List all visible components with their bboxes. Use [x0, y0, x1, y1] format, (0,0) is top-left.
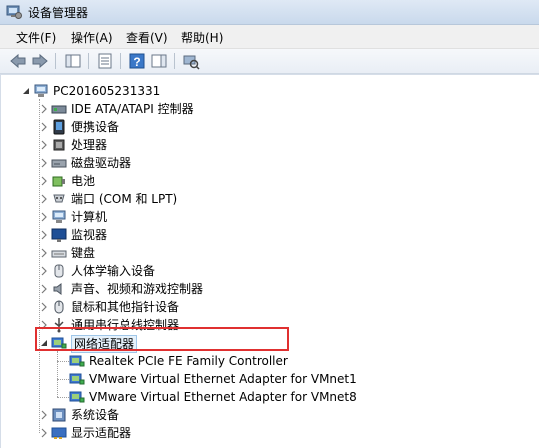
device-tree: PC201605231331 IDE ATA/ATAPI 控制器 便携设备处理器磁盘… [0, 74, 539, 448]
expand-arrow-icon[interactable] [39, 248, 49, 258]
highlight-annotation-box [35, 327, 289, 351]
speaker-icon [53, 283, 62, 295]
computer-icon [34, 84, 48, 97]
help-icon[interactable]: ? [128, 52, 146, 70]
expand-arrow-icon[interactable] [39, 104, 49, 114]
expand-arrow-icon[interactable] [39, 230, 49, 240]
window-title: 设备管理器 [28, 6, 89, 20]
title-bar: 设备管理器 [0, 0, 539, 25]
tree-node-label[interactable]: PC201605231331 [53, 83, 160, 99]
expand-arrow-icon[interactable] [39, 212, 49, 222]
expand-arrow-icon[interactable] [39, 140, 49, 150]
expand-arrow-icon[interactable] [39, 410, 49, 420]
system-device-icon [52, 408, 66, 422]
expand-arrow-icon[interactable] [39, 194, 49, 204]
menu-view[interactable]: 查看(V) [126, 29, 168, 46]
tree-node-label[interactable]: 处理器 [71, 137, 107, 153]
tree-node-label[interactable]: 电池 [71, 173, 95, 189]
forward-arrow-icon[interactable] [31, 52, 49, 70]
tree-node-label[interactable]: VMware Virtual Ethernet Adapter for VMne… [89, 389, 357, 405]
network-adapter-icon [69, 391, 85, 403]
keyboard-icon [51, 250, 67, 258]
show-hide-console-tree-icon[interactable] [64, 52, 82, 70]
menu-file[interactable]: 文件(F) [16, 29, 56, 46]
hid-icon [54, 264, 64, 278]
menu-action[interactable]: 操作(A) [71, 29, 113, 46]
network-adapter-icon [69, 373, 85, 385]
tree-node-label[interactable]: 系统设备 [71, 407, 119, 423]
device-manager-icon [6, 5, 22, 19]
toolbar: ? [0, 49, 539, 74]
expand-arrow-icon[interactable] [39, 122, 49, 132]
tree-node-label[interactable]: 声音、视频和游戏控制器 [71, 281, 203, 297]
tree-node-label[interactable]: 键盘 [71, 245, 95, 261]
properties-icon[interactable] [96, 52, 114, 70]
tree-node-label[interactable]: 磁盘驱动器 [71, 155, 131, 171]
expand-arrow-icon[interactable] [39, 158, 49, 168]
tree-node-label[interactable]: 显示适配器 [71, 425, 131, 441]
expand-arrow-icon[interactable] [39, 176, 49, 186]
portable-device-icon [53, 119, 65, 135]
processor-icon [53, 139, 65, 151]
back-arrow-icon[interactable] [9, 52, 27, 70]
scan-hardware-icon[interactable] [182, 52, 200, 70]
ide-controller-icon [51, 105, 67, 114]
tree-node-label[interactable]: VMware Virtual Ethernet Adapter for VMne… [89, 371, 357, 387]
tree-node-label[interactable]: IDE ATA/ATAPI 控制器 [71, 101, 194, 117]
toolbar-separator [174, 53, 175, 69]
computer-icon [52, 210, 66, 223]
tree-node-label[interactable]: 端口 (COM 和 LPT) [71, 191, 177, 207]
mouse-icon [54, 300, 64, 314]
monitor-icon [51, 228, 67, 242]
tree-node-label[interactable]: 鼠标和其他指针设备 [71, 299, 179, 315]
expand-arrow-icon[interactable] [39, 428, 49, 438]
menu-help[interactable]: 帮助(H) [181, 29, 223, 46]
toolbar-separator [120, 53, 121, 69]
expand-arrow-icon[interactable] [39, 302, 49, 312]
port-icon [53, 194, 65, 203]
expand-arrow-icon[interactable] [39, 284, 49, 294]
action-pane-icon[interactable] [150, 52, 168, 70]
tree-node-label[interactable]: 便携设备 [71, 119, 119, 135]
tree-node-label[interactable]: 计算机 [71, 209, 107, 225]
tree-node-label[interactable]: 人体学输入设备 [71, 263, 155, 279]
collapse-arrow-icon[interactable] [21, 86, 31, 96]
svg-text:?: ? [133, 55, 140, 69]
menu-bar: 文件(F) 操作(A) 查看(V) 帮助(H) [0, 25, 539, 49]
network-adapter-icon [69, 355, 85, 367]
expand-arrow-icon[interactable] [39, 266, 49, 276]
display-adapter-icon [51, 427, 67, 439]
toolbar-separator [55, 53, 56, 69]
tree-node-label[interactable]: 监视器 [71, 227, 107, 243]
battery-icon [52, 176, 65, 187]
disk-drive-icon [51, 159, 67, 168]
toolbar-separator [88, 53, 89, 69]
tree-node-label[interactable]: Realtek PCIe FE Family Controller [89, 353, 288, 369]
